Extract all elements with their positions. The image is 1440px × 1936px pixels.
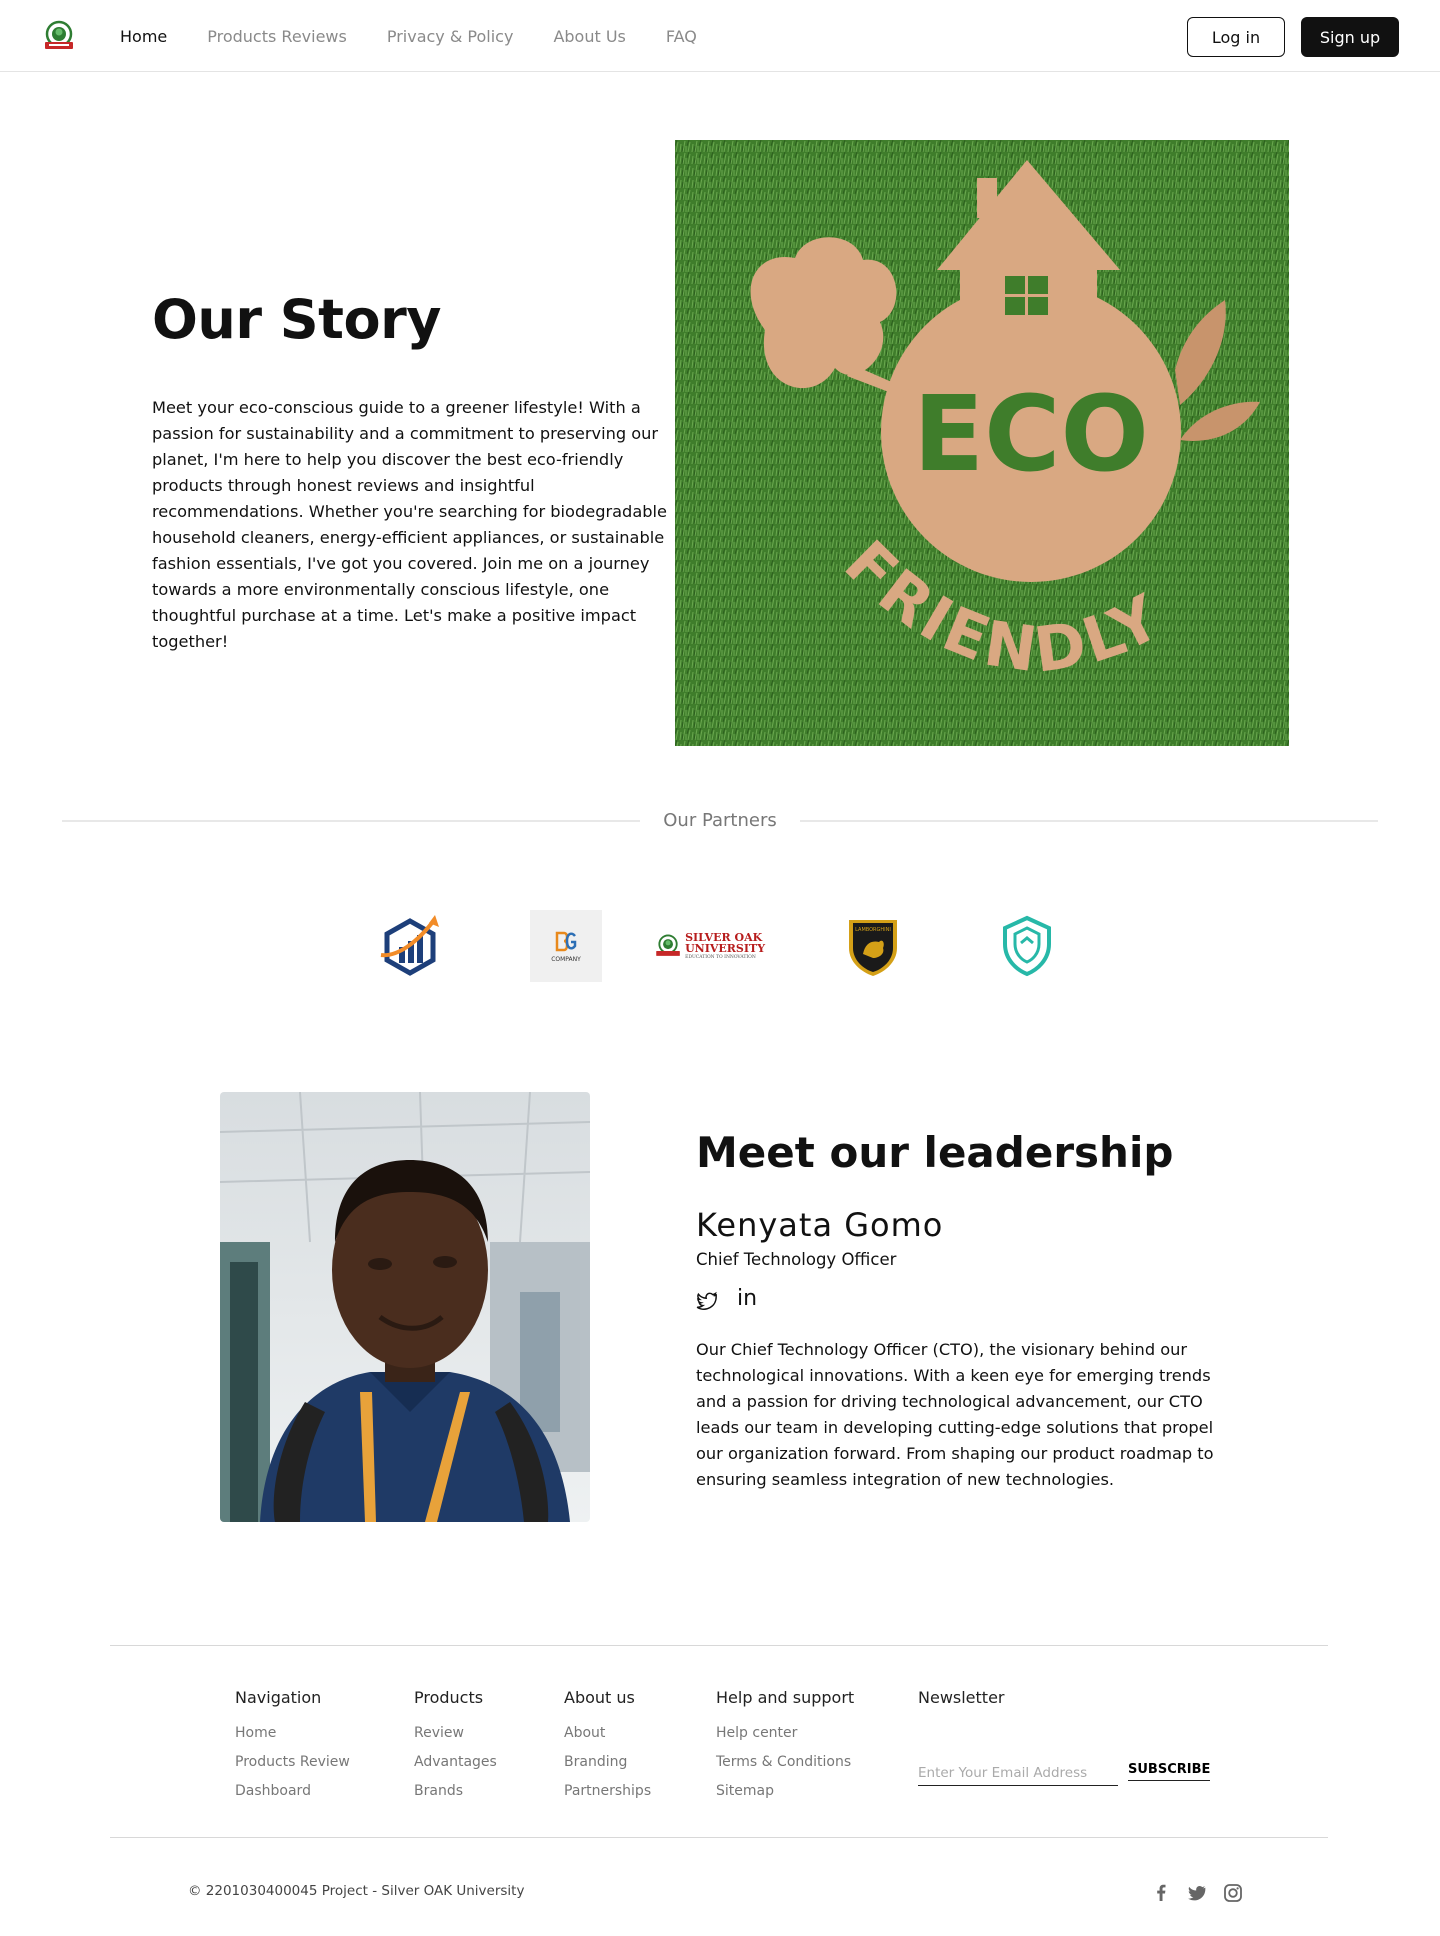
footer-col-newsletter: Newsletter [918, 1688, 1005, 1719]
footer-col-title: Help and support [716, 1688, 855, 1707]
footer-col-title: About us [564, 1688, 635, 1707]
footer-link-sitemap[interactable]: Sitemap [716, 1777, 854, 1806]
footer-col-about: About us About Branding Partnerships [564, 1688, 651, 1806]
story-text: Meet your eco-conscious guide to a green… [152, 398, 667, 651]
login-button[interactable]: Log in [1187, 17, 1285, 57]
facebook-icon[interactable] [1151, 1883, 1171, 1903]
footer-link-dashboard[interactable]: Dashboard [235, 1777, 350, 1806]
leader-name: Kenyata Gomo [696, 1206, 944, 1244]
footer-col-navigation: Navigation Home Products Review Dashboar… [235, 1688, 350, 1806]
leader-photo [220, 1092, 590, 1522]
footer-link-brands[interactable]: Brands [414, 1777, 497, 1806]
newsletter-email-input[interactable] [918, 1760, 1118, 1786]
silver-oak-name: SILVER OAK UNIVERSITY [685, 930, 766, 955]
footer-divider-bottom [110, 1837, 1328, 1838]
subscribe-button[interactable]: SUBSCRIBE [1128, 1762, 1211, 1781]
footer-link-home[interactable]: Home [235, 1719, 350, 1748]
footer-link-about[interactable]: About [564, 1719, 651, 1748]
chart-arrow-logo-icon[interactable] [375, 908, 445, 984]
footer-link-advantages[interactable]: Advantages [414, 1748, 497, 1777]
footer-col-help: Help and support Help center Terms & Con… [716, 1688, 854, 1806]
silver-oak-logo-icon[interactable] [42, 20, 76, 52]
site-header: Home Products Reviews Privacy & Policy A… [0, 0, 1440, 72]
lamborghini-logo-icon[interactable]: LAMBORGHINI [845, 908, 901, 984]
silver-oak-university-logo-icon[interactable]: SILVER OAK UNIVERSITY EDUCATION TO INNOV… [655, 908, 785, 984]
story-title: Our Story [152, 288, 441, 351]
footer-divider-top [110, 1645, 1328, 1646]
eco-friendly-image: ECO FRIENDLY [675, 140, 1289, 746]
newsletter-title: Newsletter [918, 1688, 1005, 1707]
footer-col-products: Products Review Advantages Brands [414, 1688, 497, 1806]
linkedin-icon[interactable]: in [737, 1286, 757, 1311]
footer-link-branding[interactable]: Branding [564, 1748, 651, 1777]
company-logo-icon[interactable]: COMPANY [530, 908, 602, 984]
instagram-icon[interactable] [1223, 1883, 1243, 1903]
signup-button[interactable]: Sign up [1301, 17, 1399, 57]
leader-role: Chief Technology Officer [696, 1250, 897, 1269]
nav-privacy-policy[interactable]: Privacy & Policy [387, 27, 514, 46]
main-nav: Home Products Reviews Privacy & Policy A… [120, 0, 697, 72]
footer-link-help-center[interactable]: Help center [716, 1719, 854, 1748]
twitter-icon[interactable] [1187, 1883, 1207, 1903]
lamborghini-text: LAMBORGHINI [855, 927, 891, 933]
leader-bio: Our Chief Technology Officer (CTO), the … [696, 1340, 1214, 1489]
shield-logo-icon[interactable] [1000, 908, 1054, 984]
footer-link-products-review[interactable]: Products Review [235, 1748, 350, 1777]
footer-link-partnerships[interactable]: Partnerships [564, 1777, 651, 1806]
copyright-text: © 2201030400045 Project - Silver OAK Uni… [188, 1883, 525, 1899]
company-logo-text: COMPANY [551, 955, 581, 963]
footer-col-title: Navigation [235, 1688, 322, 1707]
silver-oak-tagline: EDUCATION TO INNOVATION [685, 954, 756, 960]
footer-link-review[interactable]: Review [414, 1719, 497, 1748]
nav-faq[interactable]: FAQ [666, 27, 697, 46]
leadership-heading: Meet our leadership [696, 1128, 1174, 1177]
divider-left [62, 820, 640, 822]
nav-home[interactable]: Home [120, 27, 167, 46]
nav-products-reviews[interactable]: Products Reviews [207, 27, 347, 46]
partners-title: Our Partners [663, 810, 777, 831]
divider-right [800, 820, 1378, 822]
footer-col-title: Products [414, 1688, 484, 1707]
footer-link-terms[interactable]: Terms & Conditions [716, 1748, 854, 1777]
twitter-icon[interactable] [696, 1290, 718, 1312]
eco-text: ECO [913, 373, 1149, 495]
nav-about-us[interactable]: About Us [553, 27, 625, 46]
